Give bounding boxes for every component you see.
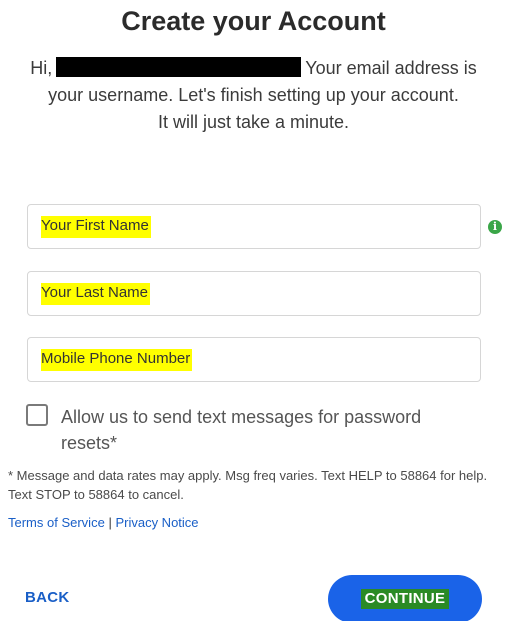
last-name-placeholder: Your Last Name xyxy=(41,282,151,305)
sms-consent-label[interactable]: Allow us to send text messages for passw… xyxy=(61,404,481,456)
info-icon[interactable]: i xyxy=(488,220,502,234)
legal-links: Terms of Service | Privacy Notice xyxy=(8,513,199,532)
continue-button[interactable]: CONTINUE xyxy=(328,575,482,621)
intro-line-1: Hi, Your email address is xyxy=(0,55,507,82)
page-title: Create your Account xyxy=(121,6,386,36)
link-separator: | xyxy=(108,515,112,530)
back-button[interactable]: BACK xyxy=(25,589,70,606)
create-account-page: Create your Account Hi, Your email addres… xyxy=(0,0,507,621)
intro-line-2: your username. Let's finish setting up y… xyxy=(48,85,459,105)
first-name-input[interactable]: Your First Name xyxy=(27,204,481,249)
greeting-text: Hi, xyxy=(30,58,53,78)
mobile-phone-input[interactable]: Mobile Phone Number xyxy=(27,337,481,382)
intro-line-1-end: Your email address is xyxy=(305,58,477,78)
terms-of-service-link[interactable]: Terms of Service xyxy=(8,515,105,530)
redacted-name xyxy=(56,57,302,77)
first-name-placeholder: Your First Name xyxy=(41,215,151,238)
sms-disclaimer: * Message and data rates may apply. Msg … xyxy=(8,468,488,502)
intro-text: Hi, Your email address is your username. … xyxy=(0,55,507,136)
intro-line-3: It will just take a minute. xyxy=(157,112,350,132)
continue-button-label: CONTINUE xyxy=(360,589,450,609)
mobile-phone-placeholder: Mobile Phone Number xyxy=(41,348,193,371)
sms-consent-checkbox[interactable] xyxy=(26,404,48,426)
privacy-notice-link[interactable]: Privacy Notice xyxy=(115,515,198,530)
last-name-input[interactable]: Your Last Name xyxy=(27,271,481,316)
